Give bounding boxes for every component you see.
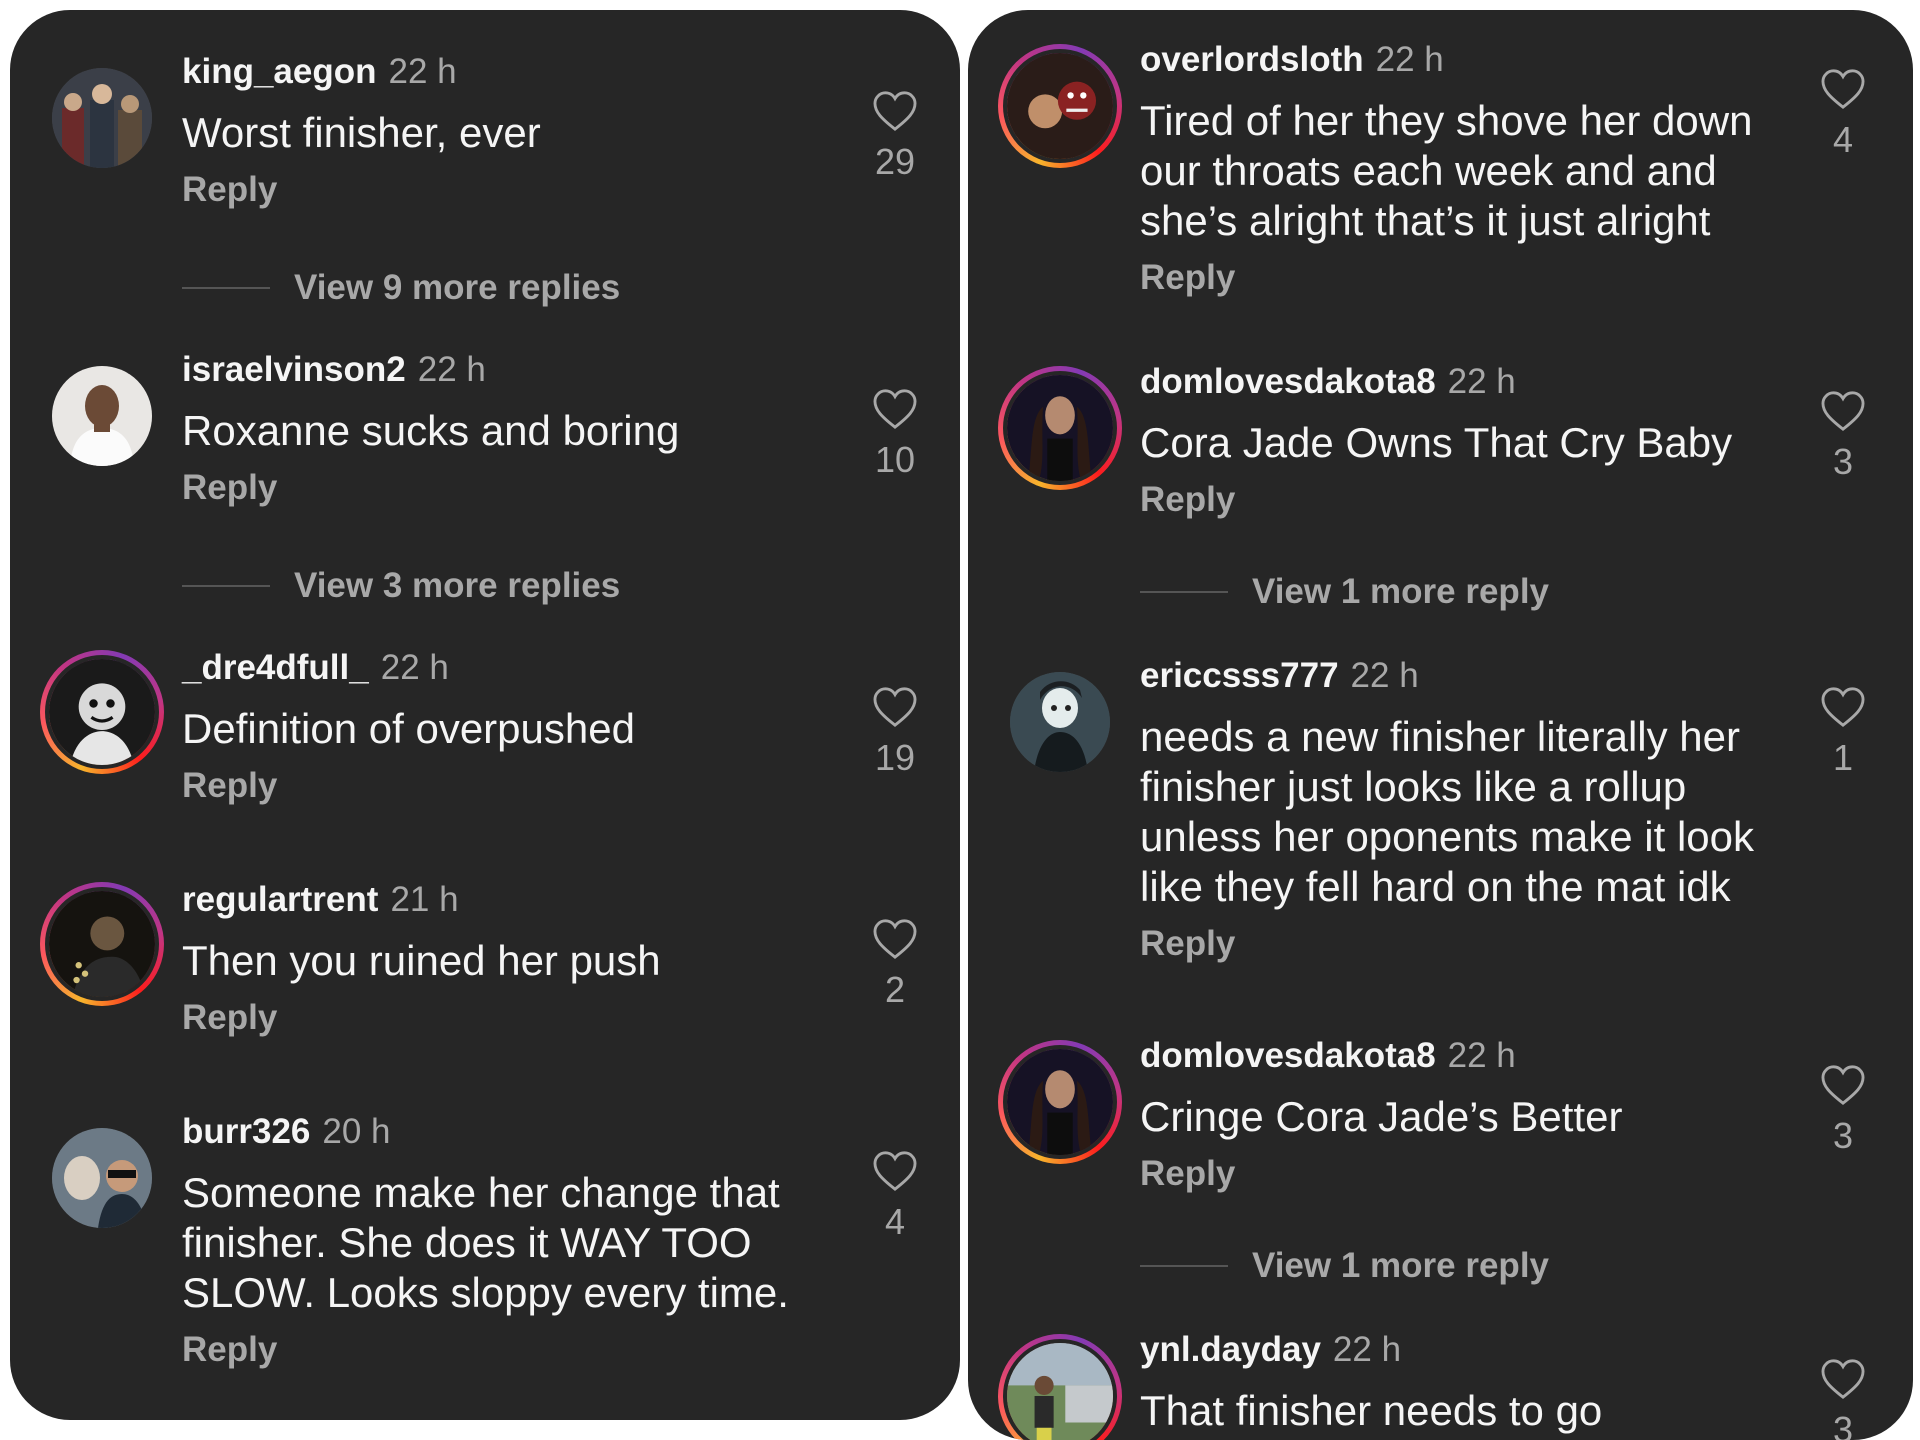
timestamp: 22 h [1375, 40, 1444, 79]
like-count: 3 [1832, 441, 1854, 482]
timestamp: 22 h [380, 648, 449, 687]
username[interactable]: ericcsss777 [1140, 656, 1339, 695]
comment-text: Cringe Cora Jade’s Better [1140, 1093, 1623, 1140]
comment-text: Tired of her they shove her down our thr… [1140, 97, 1753, 244]
reply-button[interactable]: Reply [182, 168, 850, 212]
like-button[interactable]: 3 [1808, 1064, 1878, 1158]
view-more-replies[interactable]: View 3 more replies [182, 564, 620, 608]
comment-text: Cora Jade Owns That Cry Baby [1140, 419, 1733, 466]
username[interactable]: overlordsloth [1140, 40, 1364, 79]
heart-icon[interactable] [872, 90, 918, 132]
like-count: 4 [1832, 119, 1854, 160]
divider [1140, 1265, 1228, 1267]
view-more-replies[interactable]: View 9 more replies [182, 266, 620, 310]
username[interactable]: ynl.dayday [1140, 1330, 1321, 1369]
heart-icon[interactable] [1820, 1064, 1866, 1106]
heart-icon[interactable] [872, 388, 918, 430]
reply-button[interactable]: Reply [1140, 1152, 1803, 1196]
like-count: 3 [1832, 1115, 1854, 1156]
avatar[interactable] [998, 44, 1122, 168]
like-count: 10 [874, 439, 916, 480]
like-button[interactable]: 19 [860, 686, 930, 780]
like-count: 2 [884, 969, 906, 1010]
comment-text: Then you ruined her push [182, 937, 661, 984]
comments-panel-right[interactable]: overlordsloth 22 h Tired of her they shov… [968, 10, 1913, 1440]
username[interactable]: domlovesdakota8 [1140, 362, 1436, 401]
heart-icon[interactable] [872, 918, 918, 960]
view-more-replies-label[interactable]: View 3 more replies [294, 564, 620, 608]
avatar[interactable] [998, 366, 1122, 490]
avatar[interactable] [40, 56, 164, 180]
timestamp: 22 h [1332, 1330, 1402, 1369]
reply-button[interactable]: Reply [1140, 922, 1803, 966]
reply-button[interactable]: Reply [1140, 256, 1803, 300]
heart-icon[interactable] [872, 1150, 918, 1192]
divider [182, 287, 270, 289]
like-button[interactable]: 3 [1808, 390, 1878, 484]
heart-icon[interactable] [1820, 686, 1866, 728]
comment-text: That finisher needs to go [1140, 1387, 1603, 1434]
like-button[interactable]: 1 [1808, 686, 1878, 780]
like-count: 1 [1832, 737, 1854, 778]
divider [182, 585, 270, 587]
avatar[interactable] [998, 1334, 1122, 1440]
divider [1140, 591, 1228, 593]
like-button[interactable]: 4 [860, 1150, 930, 1244]
reply-button[interactable]: Reply [182, 1328, 850, 1372]
like-button[interactable]: 10 [860, 388, 930, 482]
heart-icon[interactable] [872, 686, 918, 728]
avatar[interactable] [40, 1116, 164, 1240]
like-count: 4 [884, 1201, 906, 1242]
heart-icon[interactable] [1820, 1358, 1866, 1400]
comment-text: Roxanne sucks and boring [182, 407, 680, 454]
timestamp: 22 h [1350, 656, 1419, 695]
timestamp: 22 h [1447, 1036, 1516, 1075]
comment-text: Definition of overpushed [182, 705, 635, 752]
avatar[interactable] [40, 882, 164, 1006]
like-button[interactable]: 3 [1808, 1358, 1878, 1440]
timestamp: 22 h [1447, 362, 1516, 401]
reply-button[interactable]: Reply [182, 466, 850, 510]
view-more-replies[interactable]: View 1 more reply [1140, 1244, 1549, 1288]
heart-icon[interactable] [1820, 390, 1866, 432]
avatar[interactable] [998, 660, 1122, 784]
view-more-replies-label[interactable]: View 9 more replies [294, 266, 620, 310]
like-button[interactable]: 29 [860, 90, 930, 184]
avatar[interactable] [998, 1040, 1122, 1164]
like-button[interactable]: 4 [1808, 68, 1878, 162]
comment-text: needs a new finisher literally her finis… [1140, 713, 1755, 910]
heart-icon[interactable] [1820, 68, 1866, 110]
timestamp: 20 h [322, 1112, 391, 1151]
timestamp: 21 h [390, 880, 459, 919]
comment-text: Someone make her change that finisher. S… [182, 1169, 789, 1316]
reply-button[interactable]: Reply [182, 996, 850, 1040]
reply-button[interactable]: Reply [182, 764, 850, 808]
comment-text: Worst finisher, ever [182, 109, 541, 156]
username[interactable]: domlovesdakota8 [1140, 1036, 1436, 1075]
view-more-replies-label[interactable]: View 1 more reply [1252, 570, 1549, 614]
view-more-replies[interactable]: View 1 more reply [1140, 570, 1549, 614]
like-count: 29 [874, 141, 916, 182]
username[interactable]: king_aegon [182, 52, 376, 91]
like-count: 3 [1832, 1409, 1854, 1440]
username[interactable]: regulartrent [182, 880, 378, 919]
like-button[interactable]: 2 [860, 918, 930, 1012]
username[interactable]: burr326 [182, 1112, 310, 1151]
avatar[interactable] [40, 650, 164, 774]
view-more-replies-label[interactable]: View 1 more reply [1252, 1244, 1549, 1288]
comments-panel-left[interactable]: king_aegon 22 h Worst finisher, ever Repl… [10, 10, 960, 1420]
like-count: 19 [874, 737, 916, 778]
username[interactable]: israelvinson2 [182, 350, 406, 389]
reply-button[interactable]: Reply [1140, 478, 1803, 522]
timestamp: 22 h [388, 52, 457, 91]
username[interactable]: _dre4dfull_ [182, 648, 369, 687]
avatar[interactable] [40, 354, 164, 478]
timestamp: 22 h [417, 350, 486, 389]
